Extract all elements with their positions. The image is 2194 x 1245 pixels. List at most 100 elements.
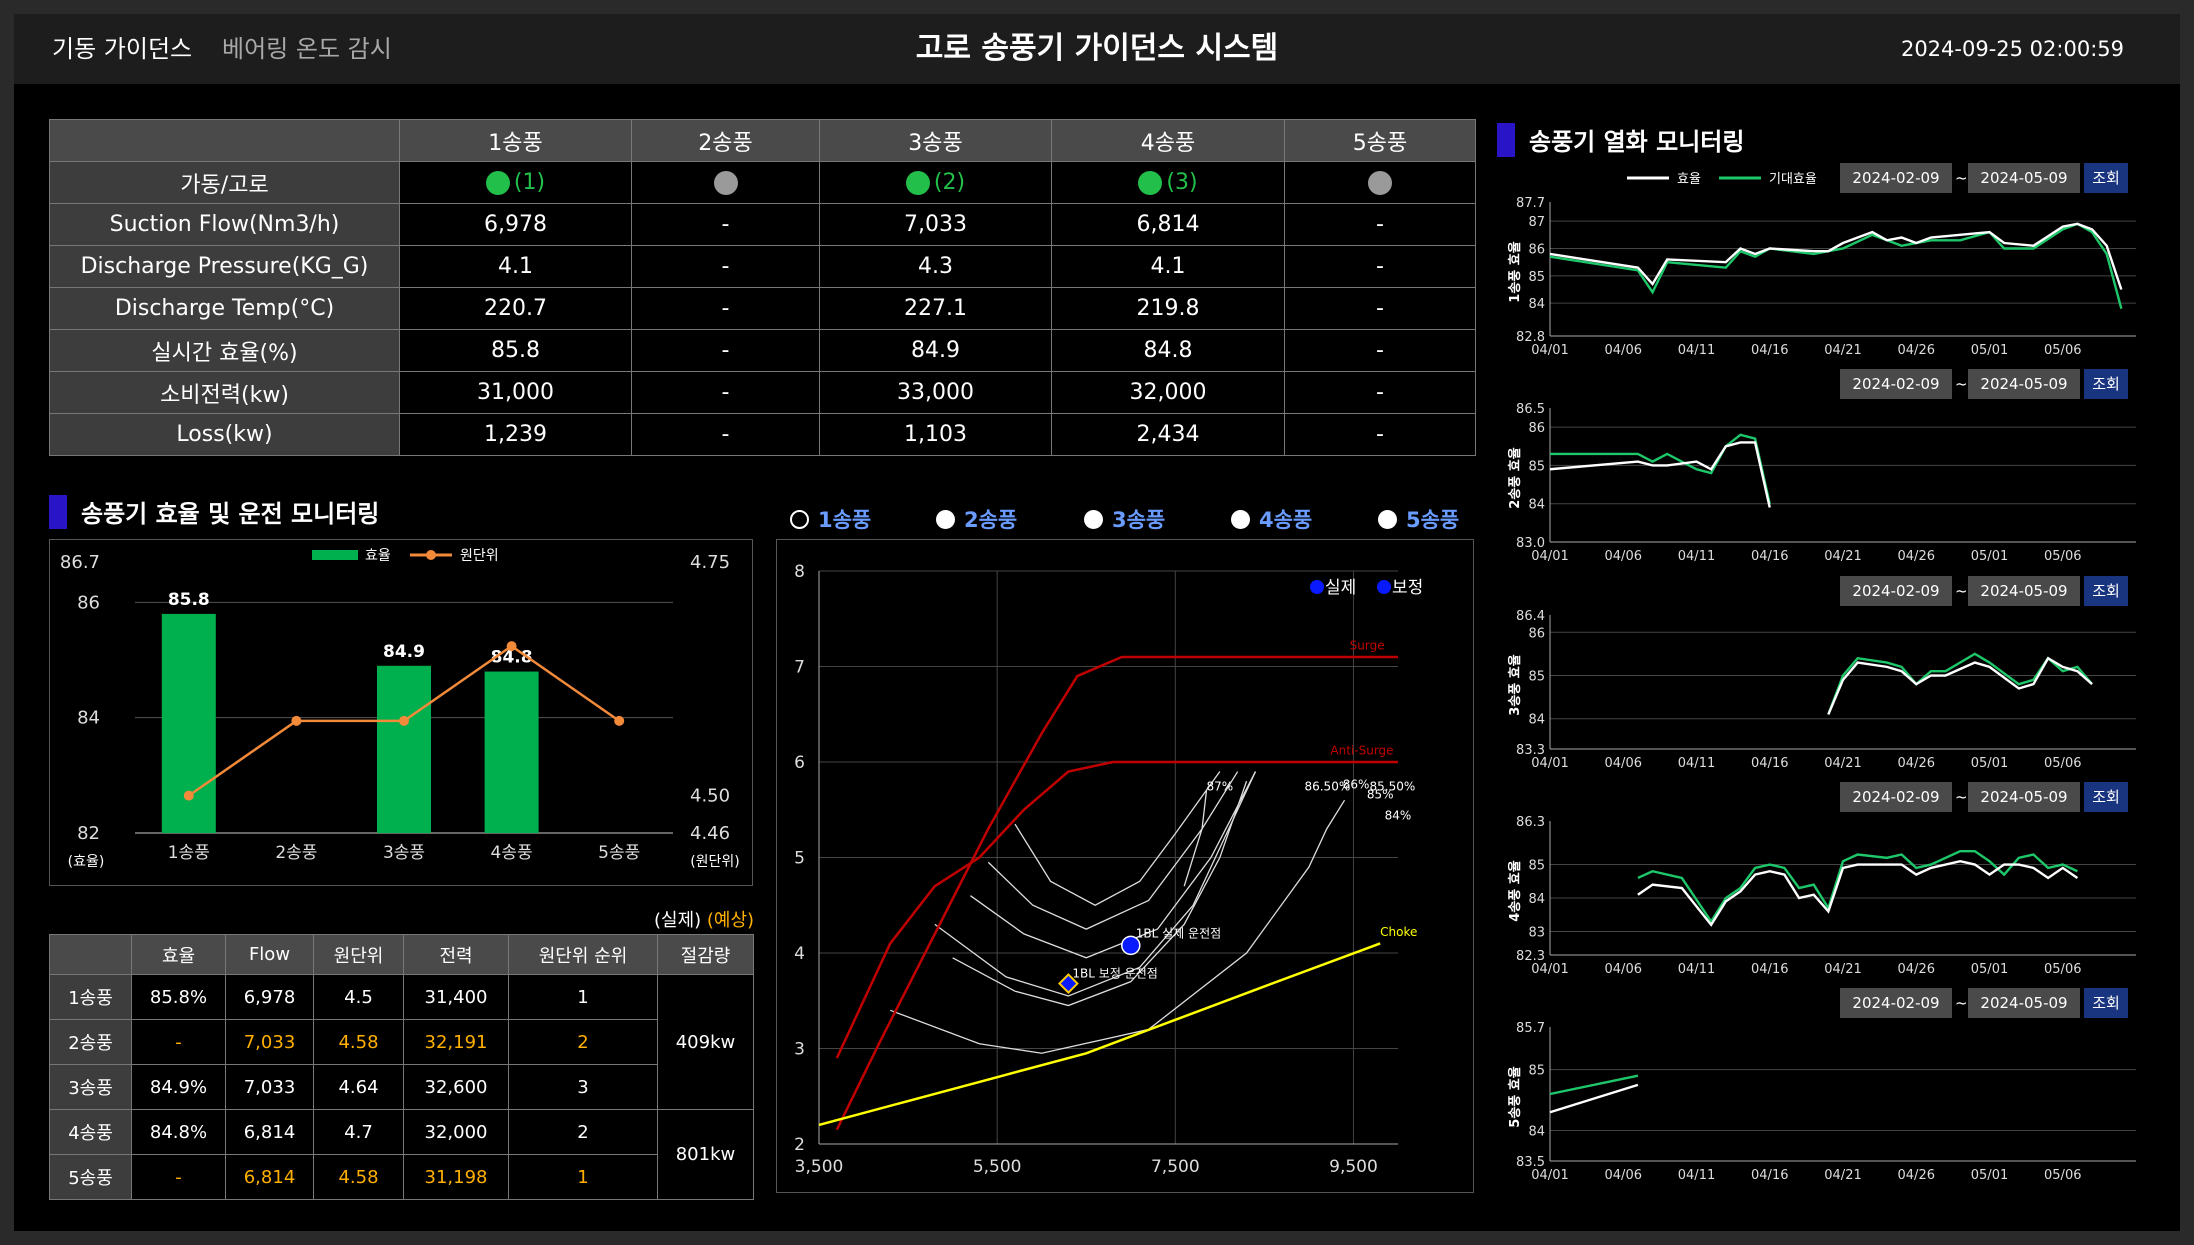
column-header: 3송풍: [819, 119, 1052, 162]
date-from-input[interactable]: 2024-02-09: [1840, 782, 1952, 812]
date-from-input[interactable]: 2024-02-09: [1840, 988, 1952, 1018]
section-title: 송풍기 효율 및 운전 모니터링: [81, 500, 380, 528]
y-left-tick: 86.7: [60, 552, 100, 573]
stopped-indicator: [1368, 171, 1392, 195]
y-tick: 85: [1528, 670, 1545, 685]
blower-option-3[interactable]: 3송풍: [1084, 504, 1165, 534]
x-tick: 05/01: [1971, 756, 2008, 771]
date-to-input[interactable]: 2024-05-09: [1968, 782, 2080, 812]
efficiency-contour: [890, 799, 1346, 1054]
date-to-input[interactable]: 2024-05-09: [1968, 576, 2080, 606]
x-tick: 04/11: [1678, 962, 1715, 977]
y-axis-label: 2송풍 효율: [1507, 447, 1523, 508]
table-row: 실시간 효율(%) 85.8-84.9 84.8-: [49, 329, 1476, 372]
blower-option-5[interactable]: 5송풍: [1378, 504, 1459, 534]
x-tick: 04/16: [1751, 962, 1788, 977]
x-tick: 05/01: [1971, 549, 2008, 564]
x-tick: 04/11: [1678, 1168, 1715, 1183]
unit-point: [506, 641, 517, 652]
date-to-input[interactable]: 2024-05-09: [1968, 369, 2080, 399]
efficiency-chart-box: 82 84 86 86.7 4.46 4.50 4.75 (효율) (원단위) 1송풍 2송풍 3송풍…: [49, 539, 753, 886]
date-to-input[interactable]: 2024-05-09: [1968, 988, 2080, 1018]
nav-startup-guidance[interactable]: 기동 가이던스: [52, 14, 192, 84]
table-cell: 1,103: [819, 413, 1052, 456]
table-cell: 7,033: [225, 1064, 314, 1110]
column-header: 절감량: [657, 934, 754, 975]
table-cell: 85.8: [399, 329, 632, 372]
column-header: 1송풍: [399, 119, 632, 162]
status-cell: (3): [1051, 161, 1285, 204]
date-from-input[interactable]: 2024-02-09: [1840, 576, 1952, 606]
table-row: Discharge Pressure(KG_G) 4.1-4.3 4.1-: [49, 245, 1476, 288]
y-tick: 5: [794, 849, 805, 869]
ranking-header-row: 효율 Flow 원단위 전력 원단위 순위 절감량: [49, 934, 754, 975]
unit-point: [183, 790, 194, 801]
date-to-input[interactable]: 2024-05-09: [1968, 163, 2080, 193]
degradation-chart-2: 83.084858686.504/01 04/06 04/11 04/16 04/21 0…: [1507, 402, 2136, 564]
x-tick: 04/16: [1751, 756, 1788, 771]
blower-option-2[interactable]: 2송풍: [936, 504, 1017, 534]
date-from-input[interactable]: 2024-02-09: [1840, 163, 1952, 193]
status-cell: [1284, 161, 1476, 204]
query-button[interactable]: 조회: [2084, 163, 2128, 193]
x-tick: 04/11: [1678, 549, 1715, 564]
tilde-label: ~: [1955, 582, 1968, 600]
blower-option-label: 3송풍: [1112, 508, 1166, 532]
degradation-chart-3: 83.384858686.404/01 04/06 04/11 04/16 04/21 0…: [1507, 609, 2136, 771]
running-indicator: [1138, 170, 1163, 195]
y-left-tick: 82: [77, 823, 100, 844]
table-cell: 2: [508, 1109, 658, 1155]
efficiency-bar-chart: 82 84 86 86.7 4.46 4.50 4.75 (효율) (원단위) 1송풍 2송풍 3송풍…: [60, 548, 740, 870]
blower-option-1[interactable]: 1송풍: [790, 504, 871, 534]
legend-label: 보정: [1392, 578, 1423, 598]
main-panel: 1송풍 2송풍 3송풍 4송풍 5송풍 가동/고로 (1) (2) (3) Su…: [14, 84, 2180, 1231]
degradation-legend: 효율 기대효율: [1619, 163, 1834, 193]
y-tick: 85.7: [1516, 1021, 1545, 1036]
table-cell: 32,000: [1051, 371, 1285, 414]
contour-label: 84%: [1385, 808, 1412, 822]
table-cell: 4.3: [819, 245, 1052, 288]
table-cell: 1: [508, 974, 658, 1020]
table-cell: 4.7: [313, 1109, 404, 1155]
table-cell: -: [631, 203, 820, 246]
blower-option-4[interactable]: 4송풍: [1231, 504, 1312, 534]
query-button[interactable]: 조회: [2084, 576, 2128, 606]
x-tick: 04/06: [1605, 343, 1642, 358]
table-cell: -: [631, 413, 820, 456]
y-tick: 87.7: [1516, 196, 1545, 211]
x-tick: 04/06: [1605, 549, 1642, 564]
nav-bearing-temp[interactable]: 베어링 온도 감시: [222, 14, 392, 84]
x-tick: 04/01: [1531, 343, 1568, 358]
tilde-label: ~: [1955, 994, 1968, 1012]
status-cell: (2): [819, 161, 1052, 204]
x-tick: 04/16: [1751, 549, 1788, 564]
stopped-indicator: [713, 171, 738, 195]
x-tick: 04/26: [1898, 343, 1935, 358]
x-tick: 04/16: [1751, 343, 1788, 358]
y-right-tick: 4.75: [690, 552, 730, 573]
query-button[interactable]: 조회: [2084, 369, 2128, 399]
blower-option-label: 1송풍: [818, 508, 872, 532]
table-cell: 31,400: [403, 974, 509, 1020]
table-cell: 7,033: [819, 203, 1052, 246]
efficiency-line: [1637, 859, 2079, 927]
expected-efficiency-line: [1550, 433, 1771, 504]
row-label: 2송풍: [49, 1019, 132, 1065]
table-cell: 31,000: [399, 371, 632, 414]
anti-surge-label: Anti-Surge: [1330, 743, 1393, 757]
savings-cell: 409kw: [657, 974, 754, 1110]
x-tick: 5송풍: [598, 843, 640, 863]
query-button[interactable]: 조회: [2084, 988, 2128, 1018]
data-label: 84.9: [383, 642, 425, 662]
note-expected: (예상): [706, 910, 755, 931]
x-tick: 5,500: [973, 1157, 1022, 1177]
legend-label: 효율: [1677, 172, 1701, 187]
table-cell: 7,033: [225, 1019, 314, 1065]
date-from-input[interactable]: 2024-02-09: [1840, 369, 1952, 399]
query-button[interactable]: 조회: [2084, 782, 2128, 812]
y-tick: 85: [1528, 1064, 1545, 1079]
expected-efficiency-line: [1637, 849, 2078, 924]
table-cell: -: [631, 287, 820, 330]
table-cell: 32,191: [403, 1019, 509, 1065]
x-tick: 05/01: [1971, 343, 2008, 358]
